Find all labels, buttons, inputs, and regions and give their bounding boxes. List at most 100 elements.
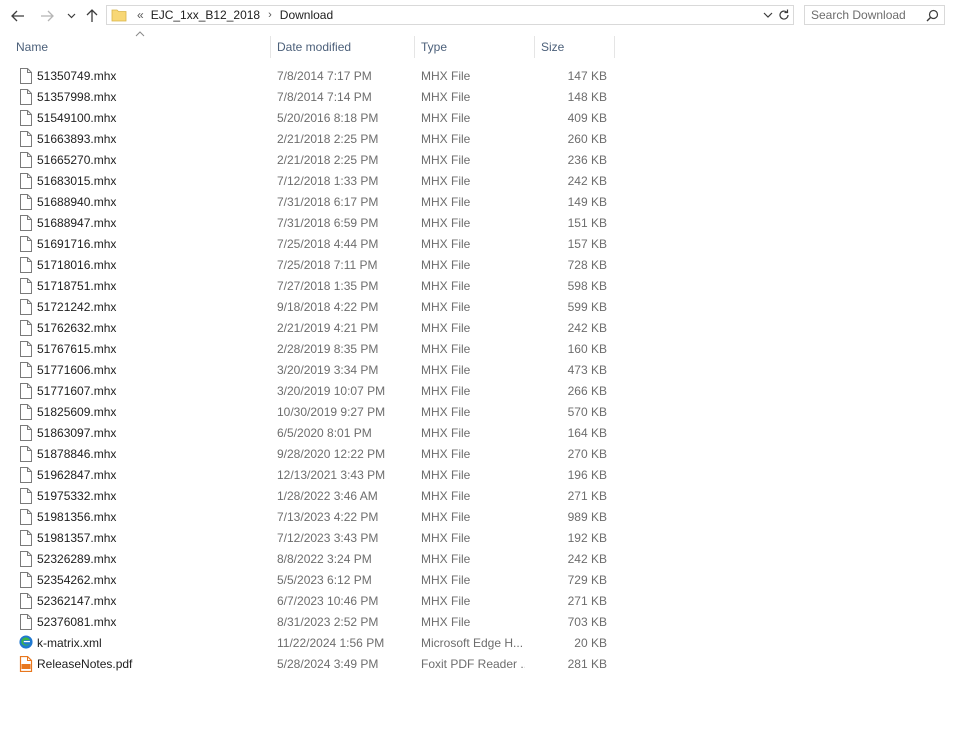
file-name[interactable]: 52326289.mhx bbox=[37, 552, 116, 566]
file-row[interactable]: 51962847.mhx 12/13/2021 3:43 PM MHX File 19… bbox=[0, 464, 958, 485]
file-row[interactable]: 52354262.mhx 5/5/2023 6:12 PM MHX File 729 … bbox=[0, 569, 958, 590]
file-name[interactable]: 51718016.mhx bbox=[37, 258, 116, 272]
breadcrumb-separator[interactable]: › bbox=[268, 9, 272, 21]
file-date-modified: 12/13/2021 3:43 PM bbox=[277, 468, 386, 482]
file-row[interactable]: 51825609.mhx 10/30/2019 9:27 PM MHX File 57… bbox=[0, 401, 958, 422]
mhx-file-icon bbox=[19, 467, 33, 483]
column-divider[interactable] bbox=[414, 36, 415, 58]
file-size: 281 KB bbox=[567, 657, 607, 671]
column-divider[interactable] bbox=[270, 36, 271, 58]
pdf-file-icon bbox=[19, 655, 33, 673]
file-name[interactable]: 51688947.mhx bbox=[37, 216, 116, 230]
file-name[interactable]: 51663893.mhx bbox=[37, 132, 116, 146]
search-box[interactable] bbox=[804, 5, 945, 25]
file-row[interactable]: 51665270.mhx 2/21/2018 2:25 PM MHX File 236… bbox=[0, 149, 958, 170]
file-row[interactable]: 51718751.mhx 7/27/2018 1:35 PM MHX File 598… bbox=[0, 275, 958, 296]
file-name[interactable]: 51771607.mhx bbox=[37, 384, 116, 398]
file-name[interactable]: 51683015.mhx bbox=[37, 174, 116, 188]
file-row[interactable]: 51981357.mhx 7/12/2023 3:43 PM MHX File 192… bbox=[0, 527, 958, 548]
column-divider[interactable] bbox=[534, 36, 535, 58]
file-type: MHX File bbox=[421, 510, 471, 524]
sort-ascending-icon bbox=[135, 31, 145, 37]
back-button[interactable] bbox=[9, 6, 27, 26]
file-row[interactable]: 51762632.mhx 2/21/2019 4:21 PM MHX File 242… bbox=[0, 317, 958, 338]
file-row[interactable]: 51878846.mhx 9/28/2020 12:22 PM MHX File 27… bbox=[0, 443, 958, 464]
search-icon[interactable] bbox=[926, 9, 939, 22]
file-name[interactable]: ReleaseNotes.pdf bbox=[37, 657, 132, 671]
file-row[interactable]: 51975332.mhx 1/28/2022 3:46 AM MHX File 271… bbox=[0, 485, 958, 506]
file-row[interactable]: 51718016.mhx 7/25/2018 7:11 PM MHX File 728… bbox=[0, 254, 958, 275]
file-row[interactable]: 51721242.mhx 9/18/2018 4:22 PM MHX File 599… bbox=[0, 296, 958, 317]
breadcrumb-parent-folder[interactable]: EJC_1xx_B12_2018 bbox=[151, 8, 260, 22]
column-divider[interactable] bbox=[614, 36, 615, 58]
file-row[interactable]: 51688947.mhx 7/31/2018 6:59 PM MHX File 151… bbox=[0, 212, 958, 233]
file-row[interactable]: 51357998.mhx 7/8/2014 7:14 PM MHX File 148 … bbox=[0, 86, 958, 107]
file-name[interactable]: 51549100.mhx bbox=[37, 111, 116, 125]
refresh-icon[interactable] bbox=[777, 8, 791, 22]
search-input[interactable] bbox=[811, 7, 921, 23]
up-arrow-icon bbox=[86, 9, 98, 22]
file-name[interactable]: 51357998.mhx bbox=[37, 90, 116, 104]
file-name[interactable]: 51665270.mhx bbox=[37, 153, 116, 167]
file-name[interactable]: 51688940.mhx bbox=[37, 195, 116, 209]
file-row[interactable]: 51688940.mhx 7/31/2018 6:17 PM MHX File 149… bbox=[0, 191, 958, 212]
file-name[interactable]: 51767615.mhx bbox=[37, 342, 116, 356]
forward-button[interactable] bbox=[38, 6, 56, 26]
file-name[interactable]: 51878846.mhx bbox=[37, 447, 116, 461]
file-row[interactable]: 51771607.mhx 3/20/2019 10:07 PM MHX File 26… bbox=[0, 380, 958, 401]
file-name[interactable]: 51981356.mhx bbox=[37, 510, 116, 524]
file-row[interactable]: 51350749.mhx 7/8/2014 7:17 PM MHX File 147 … bbox=[0, 65, 958, 86]
file-row[interactable]: ReleaseNotes.pdf 5/28/2024 3:49 PM Foxit P… bbox=[0, 653, 958, 674]
file-row[interactable]: 51683015.mhx 7/12/2018 1:33 PM MHX File 242… bbox=[0, 170, 958, 191]
recent-locations-button[interactable] bbox=[62, 6, 80, 26]
chevron-down-icon bbox=[67, 13, 75, 19]
file-name[interactable]: 51863097.mhx bbox=[37, 426, 116, 440]
address-dropdown-icon[interactable] bbox=[761, 8, 775, 22]
file-row[interactable]: 52362147.mhx 6/7/2023 10:46 PM MHX File 271… bbox=[0, 590, 958, 611]
file-row[interactable]: 51771606.mhx 3/20/2019 3:34 PM MHX File 473… bbox=[0, 359, 958, 380]
file-name[interactable]: 51825609.mhx bbox=[37, 405, 116, 419]
file-row[interactable]: 51981356.mhx 7/13/2023 4:22 PM MHX File 989… bbox=[0, 506, 958, 527]
column-header-type[interactable]: Type bbox=[421, 36, 447, 58]
file-name[interactable]: 51962847.mhx bbox=[37, 468, 116, 482]
file-row[interactable]: 51691716.mhx 7/25/2018 4:44 PM MHX File 157… bbox=[0, 233, 958, 254]
file-name[interactable]: 52362147.mhx bbox=[37, 594, 116, 608]
address-overflow[interactable]: « bbox=[137, 8, 144, 22]
mhx-file-icon bbox=[19, 446, 33, 462]
mhx-file-icon bbox=[19, 299, 33, 315]
file-name[interactable]: 51975332.mhx bbox=[37, 489, 116, 503]
file-row[interactable]: 51663893.mhx 2/21/2018 2:25 PM MHX File 260… bbox=[0, 128, 958, 149]
file-row[interactable]: k-matrix.xml 11/22/2024 1:56 PM Microsoft … bbox=[0, 632, 958, 653]
file-size: 728 KB bbox=[567, 258, 607, 272]
file-row[interactable]: 52376081.mhx 8/31/2023 2:52 PM MHX File 703… bbox=[0, 611, 958, 632]
file-size: 271 KB bbox=[567, 594, 607, 608]
file-name[interactable]: 51350749.mhx bbox=[37, 69, 116, 83]
file-type: MHX File bbox=[421, 300, 471, 314]
file-name[interactable]: 51762632.mhx bbox=[37, 321, 116, 335]
file-name[interactable]: 51718751.mhx bbox=[37, 279, 116, 293]
file-date-modified: 9/18/2018 4:22 PM bbox=[277, 300, 379, 314]
file-name[interactable]: k-matrix.xml bbox=[37, 636, 102, 650]
breadcrumb-current-folder[interactable]: Download bbox=[280, 8, 333, 22]
column-header-size[interactable]: Size bbox=[541, 36, 564, 58]
folder-icon bbox=[111, 9, 127, 22]
file-name[interactable]: 51771606.mhx bbox=[37, 363, 116, 377]
file-name[interactable]: 51691716.mhx bbox=[37, 237, 116, 251]
address-bar[interactable]: « EJC_1xx_B12_2018 › Download bbox=[106, 5, 794, 25]
file-row[interactable]: 51767615.mhx 2/28/2019 8:35 PM MHX File 160… bbox=[0, 338, 958, 359]
mhx-file-icon bbox=[19, 425, 33, 441]
mhx-file-icon bbox=[19, 173, 33, 189]
file-name[interactable]: 52376081.mhx bbox=[37, 615, 116, 629]
mhx-file-icon bbox=[19, 131, 33, 147]
up-button[interactable] bbox=[83, 6, 101, 26]
file-name[interactable]: 51721242.mhx bbox=[37, 300, 116, 314]
file-name[interactable]: 52354262.mhx bbox=[37, 573, 116, 587]
column-header-date-modified[interactable]: Date modified bbox=[277, 36, 351, 58]
file-row[interactable]: 52326289.mhx 8/8/2022 3:24 PM MHX File 242 … bbox=[0, 548, 958, 569]
file-size: 271 KB bbox=[567, 489, 607, 503]
file-row[interactable]: 51863097.mhx 6/5/2020 8:01 PM MHX File 164 … bbox=[0, 422, 958, 443]
file-name[interactable]: 51981357.mhx bbox=[37, 531, 116, 545]
file-type: MHX File bbox=[421, 174, 471, 188]
file-row[interactable]: 51549100.mhx 5/20/2016 8:18 PM MHX File 409… bbox=[0, 107, 958, 128]
column-header-name[interactable]: Name bbox=[16, 36, 48, 58]
